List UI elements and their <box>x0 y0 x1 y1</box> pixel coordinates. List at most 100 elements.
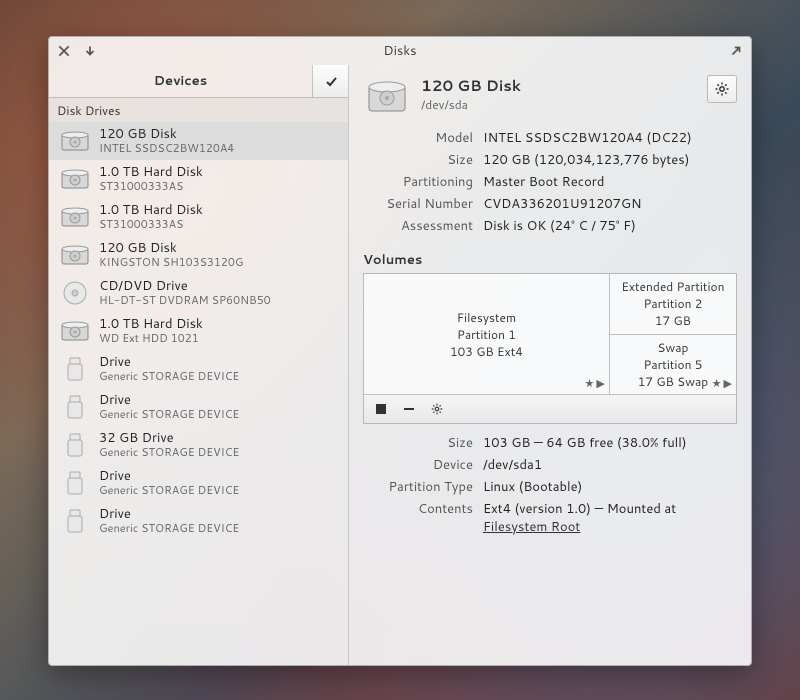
value-partitioning: Master Boot Record <box>483 173 737 191</box>
mount-point-link[interactable]: Filesystem Root <box>483 518 580 536</box>
label-device: Device <box>363 456 473 474</box>
device-sub: ST31000333AS <box>99 218 203 231</box>
label-partitioning: Partitioning <box>363 173 473 191</box>
partition-1[interactable]: Filesystem Partition 1 103 GB Ext4 ★▶ <box>364 274 610 394</box>
partition-info: Size 103 GB — 64 GB free (38.0% full) De… <box>363 434 737 536</box>
partition-5-sub: Partition 5 <box>643 356 702 373</box>
label-model: Model <box>363 129 473 147</box>
close-button[interactable] <box>55 42 73 60</box>
partition-2-sub: Partition 2 <box>643 295 702 312</box>
partition-1-size: 103 GB Ext4 <box>450 343 523 360</box>
label-contents: Contents <box>363 500 473 536</box>
maximize-button[interactable] <box>727 42 745 60</box>
partition-2-size: 17 GB <box>655 312 691 329</box>
device-label: DriveGeneric STORAGE DEVICE <box>99 507 239 535</box>
hdd-icon <box>59 165 91 193</box>
sidebar-header: Devices <box>49 65 348 98</box>
label-ptype: Partition Type <box>363 478 473 496</box>
disk-title: 120 GB Disk <box>421 75 697 96</box>
partition-2-title: Extended Partition <box>621 278 724 295</box>
partition-menu-button[interactable] <box>428 400 446 418</box>
device-label: 1.0 TB Hard DiskST31000333AS <box>99 203 203 231</box>
value-assessment: Disk is OK (24° C / 75° F) <box>483 217 737 235</box>
sidebar: Devices Disk Drives 120 GB DiskINTEL SSD… <box>49 65 349 665</box>
device-label: CD/DVD DriveHL-DT-ST DVDRAM SP60NB50 <box>99 279 271 307</box>
play-icon: ▶ <box>596 375 604 391</box>
usb-icon <box>59 469 91 497</box>
device-row[interactable]: DriveGeneric STORAGE DEVICE <box>49 388 348 426</box>
device-row[interactable]: 1.0 TB Hard DiskST31000333AS <box>49 160 348 198</box>
usb-icon <box>59 431 91 459</box>
edit-devices-button[interactable] <box>312 65 348 97</box>
titlebar: Disks <box>49 37 751 65</box>
hdd-icon <box>59 127 91 155</box>
device-row[interactable]: 120 GB DiskKINGSTON SH103S3120G <box>49 236 348 274</box>
app-window: Disks Devices Disk Drives 120 GB DiskINT… <box>48 36 752 666</box>
device-sub: ST31000333AS <box>99 180 203 193</box>
device-row[interactable]: 120 GB DiskINTEL SSDSC2BW120A4 <box>49 122 348 160</box>
detail-pane: 120 GB Disk /dev/sda Model INTEL SSDSC2B… <box>349 65 751 665</box>
play-icon: ▶ <box>724 375 732 391</box>
value-ptype: Linux (Bootable) <box>483 478 737 496</box>
partition-2[interactable]: Extended Partition Partition 2 17 GB <box>610 274 736 335</box>
hdd-icon <box>59 317 91 345</box>
usb-icon <box>59 507 91 535</box>
partition-1-title: Filesystem <box>457 309 516 326</box>
device-label: DriveGeneric STORAGE DEVICE <box>99 393 239 421</box>
partition-5[interactable]: Swap Partition 5 17 GB Swap ★▶ <box>610 335 736 395</box>
device-label: 32 GB DriveGeneric STORAGE DEVICE <box>99 431 239 459</box>
label-size: Size <box>363 151 473 169</box>
device-sub: INTEL SSDSC2BW120A4 <box>99 142 234 155</box>
value-size: 120 GB (120,034,123,776 bytes) <box>483 151 737 169</box>
label-part-size: Size <box>363 434 473 452</box>
delete-partition-button[interactable] <box>400 400 418 418</box>
disk-icon <box>363 75 411 119</box>
hdd-icon <box>59 241 91 269</box>
stop-button[interactable] <box>372 400 390 418</box>
device-row[interactable]: DriveGeneric STORAGE DEVICE <box>49 350 348 388</box>
device-row[interactable]: 1.0 TB Hard DiskST31000333AS <box>49 198 348 236</box>
device-sub: Generic STORAGE DEVICE <box>99 522 239 535</box>
value-model: INTEL SSDSC2BW120A4 (DC22) <box>483 129 737 147</box>
partition-1-sub: Partition 1 <box>457 326 516 343</box>
content: Devices Disk Drives 120 GB DiskINTEL SSD… <box>49 65 751 665</box>
device-row[interactable]: 32 GB DriveGeneric STORAGE DEVICE <box>49 426 348 464</box>
hdd-icon <box>59 203 91 231</box>
device-row[interactable]: CD/DVD DriveHL-DT-ST DVDRAM SP60NB50 <box>49 274 348 312</box>
partition-5-size: 17 GB Swap <box>638 373 708 390</box>
partition-5-title: Swap <box>657 339 688 356</box>
device-row[interactable]: DriveGeneric STORAGE DEVICE <box>49 464 348 502</box>
contents-text: Ext4 (version 1.0) — Mounted at <box>483 500 676 518</box>
device-label: DriveGeneric STORAGE DEVICE <box>99 469 239 497</box>
device-row[interactable]: 1.0 TB Hard DiskWD Ext HDD 1021 <box>49 312 348 350</box>
device-label: 1.0 TB Hard DiskWD Ext HDD 1021 <box>99 317 203 345</box>
value-serial: CVDA336201U91207GN <box>483 195 737 213</box>
section-disk-drives: Disk Drives <box>49 98 348 122</box>
device-sub: KINGSTON SH103S3120G <box>99 256 243 269</box>
device-sub: WD Ext HDD 1021 <box>99 332 203 345</box>
usb-icon <box>59 393 91 421</box>
device-label: 120 GB DiskKINGSTON SH103S3120G <box>99 241 243 269</box>
disk-menu-button[interactable] <box>707 75 737 103</box>
device-label: 120 GB DiskINTEL SSDSC2BW120A4 <box>99 127 234 155</box>
disk-info: Model INTEL SSDSC2BW120A4 (DC22) Size 12… <box>363 129 737 235</box>
device-label: 1.0 TB Hard DiskST31000333AS <box>99 165 203 193</box>
label-assessment: Assessment <box>363 217 473 235</box>
device-sub: HL-DT-ST DVDRAM SP60NB50 <box>99 294 271 307</box>
minimize-button[interactable] <box>81 42 99 60</box>
value-contents: Ext4 (version 1.0) — Mounted at Filesyst… <box>483 500 737 536</box>
device-row[interactable]: DriveGeneric STORAGE DEVICE <box>49 502 348 540</box>
volumes-box: Filesystem Partition 1 103 GB Ext4 ★▶ Ex… <box>363 273 737 424</box>
device-sub: Generic STORAGE DEVICE <box>99 484 239 497</box>
device-sub: Generic STORAGE DEVICE <box>99 446 239 459</box>
usb-icon <box>59 355 91 383</box>
optical-icon <box>59 279 91 307</box>
star-icon: ★ <box>712 375 722 391</box>
device-label: DriveGeneric STORAGE DEVICE <box>99 355 239 383</box>
star-icon: ★ <box>585 375 595 391</box>
value-device: /dev/sda1 <box>483 456 737 474</box>
volumes-heading: Volumes <box>363 251 737 269</box>
partition-2-container: Extended Partition Partition 2 17 GB Swa… <box>610 274 736 394</box>
device-list: 120 GB DiskINTEL SSDSC2BW120A4 1.0 TB Har… <box>49 122 348 665</box>
device-sub: Generic STORAGE DEVICE <box>99 370 239 383</box>
